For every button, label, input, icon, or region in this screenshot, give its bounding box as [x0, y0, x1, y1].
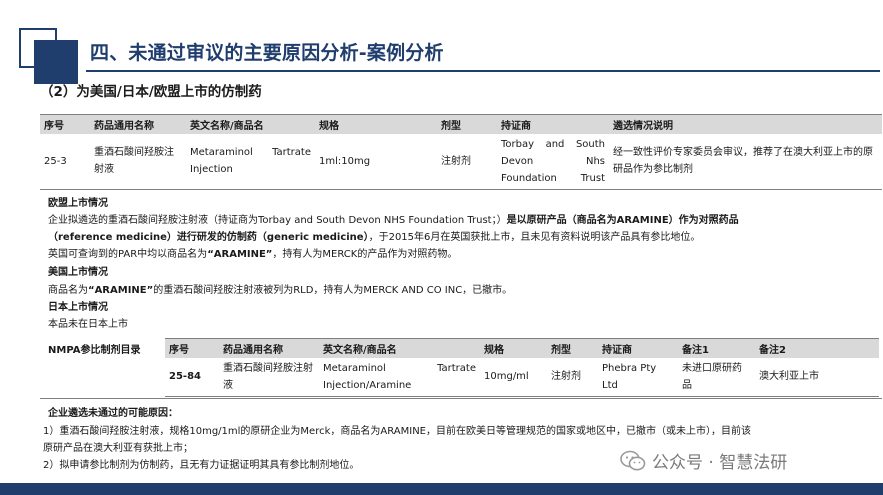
eu-heading: 欧盟上市情况 [48, 198, 108, 209]
table-row: 25-84 重酒石酸间羟胺注射液 Metaraminol Tartrate In… [165, 357, 879, 397]
cell-spec: 1ml:10mg [315, 133, 437, 190]
jp-line: 本品未在日本上市 [48, 319, 128, 330]
eu-line-1: 企业拟遴选的重酒石酸间羟胺注射液（持证商为Torbay and South De… [48, 215, 739, 226]
col-header-en-name: 英文名称/商品名 [186, 114, 315, 134]
watermark: 公众号 · 智慧法研 [620, 448, 787, 473]
cell-no: 25-3 [40, 133, 90, 190]
col-header-no: 序号 [165, 338, 219, 358]
cell-note: 经一致性评价专家委员会审议，推荐了在澳大利亚上市的原研品作为参比制剂 [609, 133, 882, 190]
col-header-cn-name: 药品通用名称 [90, 114, 186, 134]
col-header-cn-name: 药品通用名称 [219, 338, 319, 358]
cell-spec: 10mg/ml [480, 357, 547, 397]
col-header-note2: 备注2 [755, 338, 879, 358]
col-header-form: 剂型 [437, 114, 497, 134]
col-header-spec: 规格 [480, 338, 547, 358]
reason-line-3: 2）拟申请参比制剂为仿制药，且无有力证据证明其具有参比制剂地位。 [43, 460, 360, 471]
drug-table: 序号 药品通用名称 英文名称/商品名 规格 剂型 持证商 遴选情况说明 25-3… [40, 114, 882, 190]
reason-line-2: 原研产品在澳大利亚有获批上市； [43, 443, 193, 454]
cell-cn-name: 重酒石酸间羟胺注射液 [90, 133, 186, 190]
col-header-form: 剂型 [547, 338, 598, 358]
col-header-note1: 备注1 [678, 338, 755, 358]
table-header-row: 序号 药品通用名称 英文名称/商品名 规格 剂型 持证商 备注1 备注2 [165, 338, 879, 358]
nmpa-table: 序号 药品通用名称 英文名称/商品名 规格 剂型 持证商 备注1 备注2 25-… [165, 338, 879, 397]
cell-holder: Torbay and South Devon Nhs Foundation Tr… [497, 133, 609, 190]
cell-cn-name: 重酒石酸间羟胺注射液 [219, 357, 319, 397]
cell-form: 注射剂 [437, 133, 497, 190]
eu-line-2: （reference medicine）进行研发的仿制药（generic med… [48, 232, 701, 243]
col-header-holder: 持证商 [598, 338, 678, 358]
cell-note2: 澳大利亚上市 [755, 357, 879, 397]
cell-no: 25-84 [165, 357, 219, 397]
reason-line-1: 1）重酒石酸间羟胺注射液，规格10mg/1ml的原研企业为Merck，商品名为A… [43, 426, 751, 437]
us-line: 商品名为“ARAMINE”的重酒石酸间羟胺注射液被列为RLD，持有人为MERCK… [48, 285, 513, 296]
reasons-heading: 企业遴选未通过的可能原因： [48, 408, 178, 419]
table-header-row: 序号 药品通用名称 英文名称/商品名 规格 剂型 持证商 遴选情况说明 [40, 114, 882, 134]
wechat-icon [620, 450, 646, 470]
watermark-text: 公众号 · 智慧法研 [652, 453, 788, 473]
cell-holder: Phebra Pty Ltd [598, 357, 678, 397]
col-header-holder: 持证商 [497, 114, 609, 134]
nmpa-label: NMPA参比制剂目录 [48, 345, 141, 356]
footer-bar [0, 483, 883, 495]
us-heading: 美国上市情况 [48, 267, 108, 278]
col-header-note: 遴选情况说明 [609, 114, 882, 134]
col-header-spec: 规格 [315, 114, 437, 134]
cell-en-name: Metaraminol Tartrate Injection/Aramine [319, 357, 480, 397]
cell-en-name: Metaraminol Tartrate Injection [186, 133, 315, 190]
header-decoration-block [34, 40, 78, 84]
section-divider [40, 398, 882, 399]
col-header-no: 序号 [40, 114, 90, 134]
title-divider [86, 70, 880, 72]
section-title: （2）为美国/日本/欧盟上市的仿制药 [40, 84, 262, 100]
eu-line-3: 英国可查询到的PAR中均以商品名为“ARAMINE”，持有人为MERCK的产品作… [48, 249, 458, 260]
table-row: 25-3 重酒石酸间羟胺注射液 Metaraminol Tartrate Inj… [40, 133, 882, 190]
col-header-en-name: 英文名称/商品名 [319, 338, 480, 358]
cell-form: 注射剂 [547, 357, 598, 397]
page-title: 四、未通过审议的主要原因分析-案例分析 [90, 42, 444, 64]
jp-heading: 日本上市情况 [48, 302, 108, 313]
cell-note1: 未进口原研药品 [678, 357, 755, 397]
